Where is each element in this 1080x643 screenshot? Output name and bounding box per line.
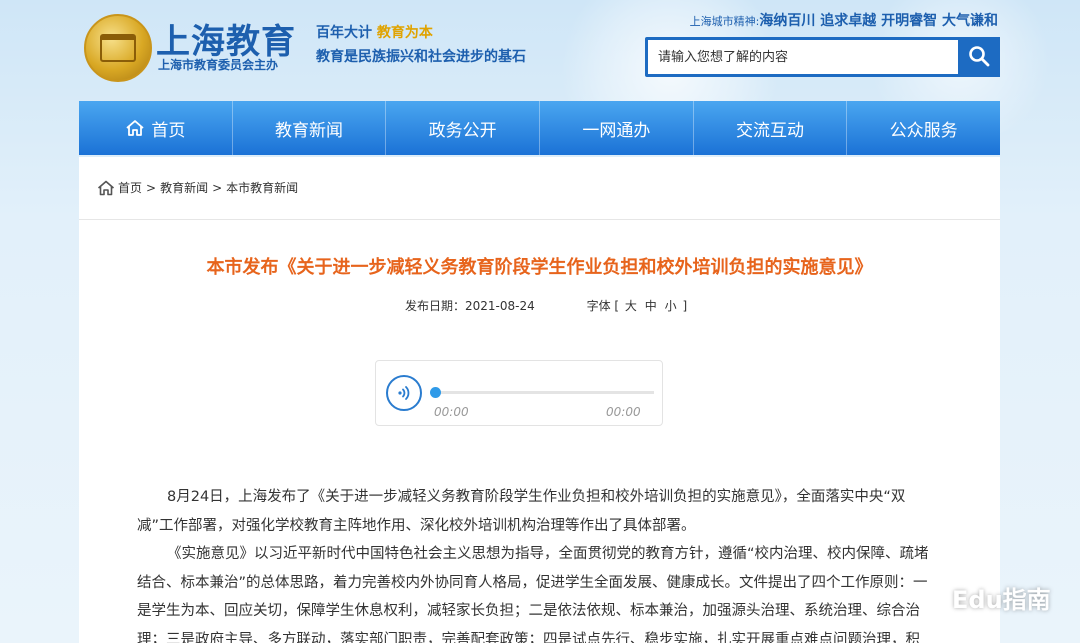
audio-player: 00:00 00:00 xyxy=(375,360,663,426)
home-icon xyxy=(97,180,115,195)
nav-item-public-services[interactable]: 公众服务 xyxy=(847,101,1000,155)
nav-item-label: 首页 xyxy=(151,120,186,141)
wechat-icon xyxy=(916,586,945,607)
nav-item-government-affairs[interactable]: 政务公开 xyxy=(386,101,541,155)
nav-item-online-services[interactable]: 一网通办 xyxy=(540,101,694,155)
breadcrumb-separator: > xyxy=(212,180,223,195)
article-paragraph: 8月24日，上海发布了《关于进一步减轻义务教育阶段学生作业负担和校外培训负担的实… xyxy=(137,489,906,534)
site-logo-emblem[interactable] xyxy=(84,14,152,82)
search-bar xyxy=(645,37,1000,77)
breadcrumb-separator: > xyxy=(146,180,157,195)
font-size-large[interactable]: 大 xyxy=(625,299,637,313)
search-button[interactable] xyxy=(958,37,1000,77)
divider xyxy=(79,219,1000,220)
city-spirit: 上海城市精神:海纳百川 追求卓越 开明睿智 大气谦和 xyxy=(689,13,998,29)
nav-item-education-news[interactable]: 教育新闻 xyxy=(233,101,387,155)
breadcrumb-local-news-link[interactable]: 本市教育新闻 xyxy=(226,179,298,196)
article-title: 本市发布《关于进一步减轻义务教育阶段学生作业负担和校外培训负担的实施意见》 xyxy=(206,257,873,278)
article-meta: 发布日期：2021-08-24 字体 [ 大 中 小 ] xyxy=(405,297,687,314)
home-icon xyxy=(126,120,144,136)
nav-item-interaction[interactable]: 交流互动 xyxy=(694,101,848,155)
breadcrumb-education-news-link[interactable]: 教育新闻 xyxy=(160,179,208,196)
font-size-small[interactable]: 小 xyxy=(665,299,677,313)
content-panel: 首页 > 教育新闻 > 本市教育新闻 本市发布《关于进一步减轻义务教育阶段学生作… xyxy=(79,157,1000,643)
watermark-text: Edu指南 xyxy=(952,586,1051,614)
audio-duration: 00:00 xyxy=(606,405,641,419)
main-nav: 首页 教育新闻 政务公开 一网通办 交流互动 公众服务 xyxy=(79,101,1000,155)
breadcrumb: 首页 > 教育新闻 > 本市教育新闻 xyxy=(97,179,298,196)
site-logo-subtitle: 上海市教育委员会主办 xyxy=(158,58,279,72)
audio-wave-icon xyxy=(398,386,410,400)
watermark: Edu指南 xyxy=(916,580,1051,615)
publish-date-label: 发布日期： xyxy=(405,299,466,313)
search-input[interactable] xyxy=(648,40,958,74)
publish-date: 2021-08-24 xyxy=(465,299,535,313)
slogan-line2: 教育是民族振兴和社会进步的基石 xyxy=(316,49,526,65)
audio-progress-handle[interactable] xyxy=(430,387,441,398)
font-size-controls: 字体 [ 大 中 小 ] xyxy=(586,299,688,313)
audio-play-button[interactable] xyxy=(386,375,422,411)
slogan-line1: 百年大计 教育为本 xyxy=(316,25,433,41)
nav-item-home[interactable]: 首页 xyxy=(79,101,233,155)
font-size-medium[interactable]: 中 xyxy=(645,299,657,313)
audio-progress-track[interactable] xyxy=(434,391,654,394)
article-body: 8月24日，上海发布了《关于进一步减轻义务教育阶段学生作业负担和校外培训负担的实… xyxy=(137,483,939,643)
breadcrumb-home-link[interactable]: 首页 xyxy=(118,179,142,196)
article-paragraph: 《实施意见》以习近平新时代中国特色社会主义思想为指导，全面贯彻党的教育方针，遵循… xyxy=(137,546,929,643)
site-header: 上海教育 上海市教育委员会主办 百年大计 教育为本 教育是民族振兴和社会进步的基… xyxy=(0,0,1080,180)
search-icon xyxy=(969,45,990,66)
audio-current-time: 00:00 xyxy=(434,405,469,419)
